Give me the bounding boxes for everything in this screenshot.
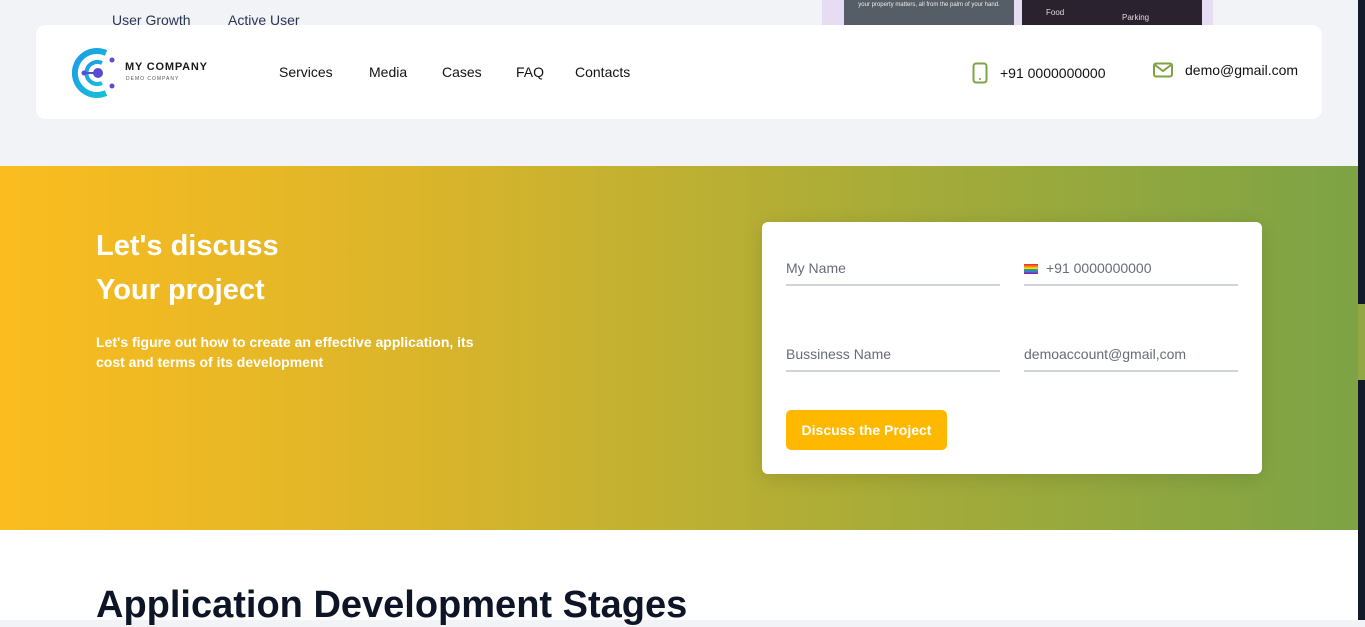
- hero-title-line-1: Let's discuss: [96, 230, 279, 262]
- mockup-tile-food: Food: [1046, 8, 1065, 17]
- phone-placeholder: +91 0000000000: [1046, 260, 1152, 276]
- mail-icon: [1153, 62, 1173, 78]
- app-mockup-image: your property matters, all from the palm…: [822, 0, 1213, 25]
- logo-mark-icon: [71, 48, 115, 98]
- name-placeholder: My Name: [786, 260, 846, 276]
- phone-icon: [972, 62, 988, 84]
- email-placeholder: demoaccount@gmail,com: [1024, 346, 1187, 362]
- phone-input[interactable]: +91 0000000000: [1024, 252, 1238, 286]
- discuss-project-button[interactable]: Discuss the Project: [786, 410, 947, 450]
- business-placeholder: Bussiness Name: [786, 346, 892, 362]
- nav-cases[interactable]: Cases: [442, 64, 482, 80]
- nav-media[interactable]: Media: [369, 64, 407, 80]
- hero-description: Let's figure out how to create an effect…: [96, 334, 474, 370]
- header-email[interactable]: demo@gmail.com: [1153, 62, 1298, 78]
- mockup-tile-parking: Parking: [1122, 13, 1150, 22]
- navbar: MY COMPANY DEMO COMPANY Services Media C…: [36, 25, 1322, 119]
- header-email-address: demo@gmail.com: [1185, 62, 1299, 78]
- nav-services[interactable]: Services: [279, 64, 333, 80]
- contact-hero: Let's discuss Your project Let's figure o…: [0, 166, 1358, 530]
- header-phone-number: +91 0000000000: [1000, 65, 1106, 81]
- project-form: My Name +91 0000000000 Bussiness Name de…: [762, 222, 1262, 474]
- email-input[interactable]: demoaccount@gmail,com: [1024, 338, 1238, 372]
- header-phone[interactable]: +91 0000000000: [972, 62, 1106, 84]
- scrollbar-thumb[interactable]: [1358, 304, 1365, 380]
- nav-contacts[interactable]: Contacts: [575, 64, 630, 80]
- business-name-input[interactable]: Bussiness Name: [786, 338, 1000, 372]
- name-input[interactable]: My Name: [786, 252, 1000, 286]
- logo-subtitle: DEMO COMPANY: [126, 76, 180, 82]
- company-logo[interactable]: MY COMPANY DEMO COMPANY: [71, 45, 212, 101]
- stages-section: Application Development Stages: [0, 530, 1358, 626]
- hero-title-line-2: Your project: [96, 274, 265, 306]
- mockup-text: your property matters, all from the palm…: [844, 0, 1014, 25]
- hero-title: Let's discuss Your project: [96, 224, 279, 312]
- flag-icon[interactable]: [1024, 264, 1038, 274]
- section-title: Application Development Stages: [96, 584, 688, 626]
- nav-faq[interactable]: FAQ: [516, 64, 544, 80]
- logo-title: MY COMPANY: [125, 61, 208, 73]
